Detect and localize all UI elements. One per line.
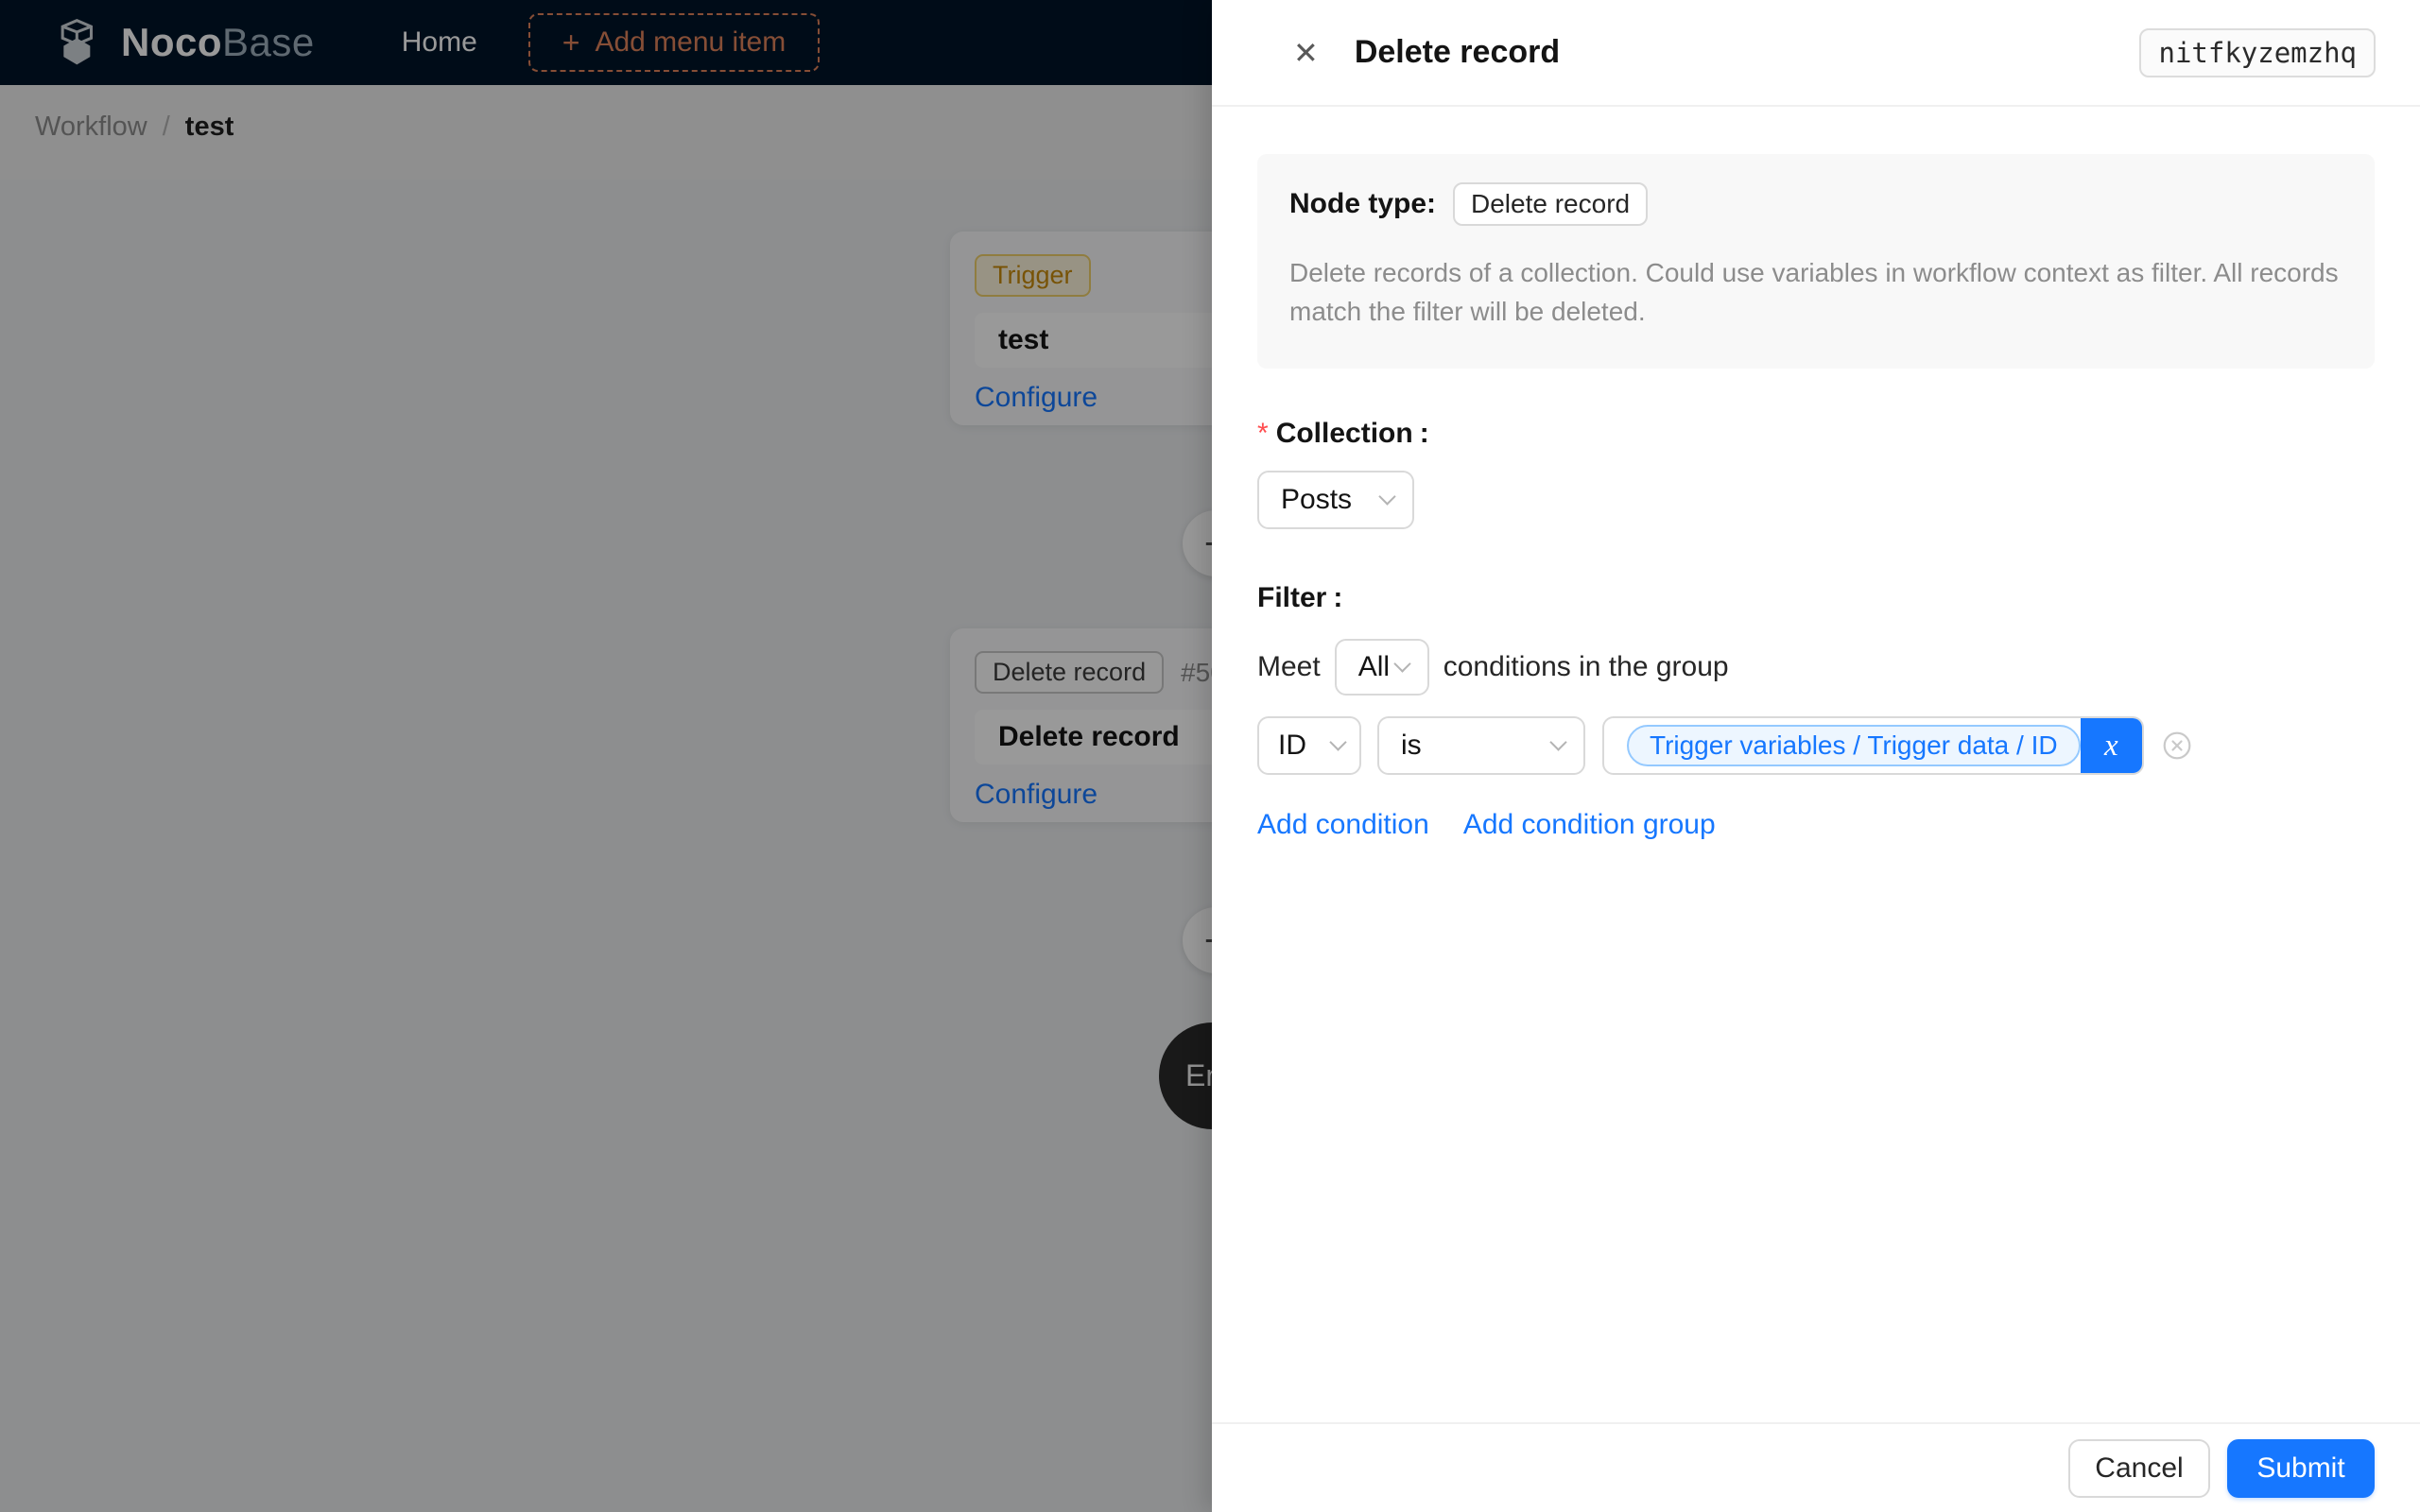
filter-colon: : xyxy=(1333,582,1343,614)
variable-tag[interactable]: Trigger variables / Trigger data / ID xyxy=(1627,725,2081,767)
variable-picker-button[interactable]: x xyxy=(2080,718,2142,774)
condition-operator-select[interactable]: is xyxy=(1377,716,1585,776)
filter-label: Filter xyxy=(1257,582,1327,614)
drawer-footer: Cancel Submit xyxy=(1212,1422,2420,1512)
filter-logic-row: Meet All conditions in the group xyxy=(1257,639,2375,696)
chevron-down-icon xyxy=(1393,655,1411,673)
logic-select[interactable]: All xyxy=(1334,639,1429,696)
condition-value-input[interactable]: Trigger variables / Trigger data / ID x xyxy=(1602,716,2144,776)
chevron-down-icon xyxy=(1549,733,1567,751)
node-key-badge: nitfkyzemzhq xyxy=(2139,27,2376,77)
collection-colon: : xyxy=(1419,418,1429,450)
collection-field: * Collection : Posts xyxy=(1257,418,2375,530)
required-mark: * xyxy=(1257,418,1269,450)
node-type-description: Delete records of a collection. Could us… xyxy=(1289,258,2339,326)
condition-field-select[interactable]: ID xyxy=(1257,716,1361,776)
collection-select[interactable]: Posts xyxy=(1257,471,1414,530)
chevron-down-icon xyxy=(1378,488,1396,506)
condition-field-value: ID xyxy=(1278,730,1306,762)
drawer-title: Delete record xyxy=(1354,34,1561,70)
chevron-down-icon xyxy=(1329,733,1347,751)
submit-button[interactable]: Submit xyxy=(2227,1438,2375,1498)
add-condition-group-link[interactable]: Add condition group xyxy=(1463,809,1716,841)
collection-label: Collection xyxy=(1275,418,1413,450)
condition-operator-value: is xyxy=(1401,730,1422,762)
logic-select-value: All xyxy=(1357,651,1391,683)
drawer-header: ✕ Delete record nitfkyzemzhq xyxy=(1212,0,2420,107)
meet-suffix-text: conditions in the group xyxy=(1443,651,1729,683)
delete-record-drawer: ✕ Delete record nitfkyzemzhq Node type: … xyxy=(1212,0,2420,1512)
collection-select-value: Posts xyxy=(1281,484,1353,516)
node-type-value-tag: Delete record xyxy=(1453,182,1649,226)
cancel-button[interactable]: Cancel xyxy=(2068,1438,2210,1498)
app-root: NocoBase Home + Add menu item Workflow /… xyxy=(0,0,2420,1512)
node-type-label: Node type: xyxy=(1289,188,1437,219)
drawer-body: Node type: Delete record Delete records … xyxy=(1212,107,2420,1422)
node-type-panel: Node type: Delete record Delete records … xyxy=(1257,154,2375,369)
filter-field: Filter : Meet All conditions in the grou… xyxy=(1257,582,2375,841)
add-condition-link[interactable]: Add condition xyxy=(1257,809,1429,841)
close-icon[interactable]: ✕ xyxy=(1293,38,1319,68)
remove-condition-button[interactable] xyxy=(2163,731,2191,760)
close-circle-icon xyxy=(2163,731,2191,760)
filter-actions: Add condition Add condition group xyxy=(1257,809,2375,841)
meet-prefix-text: Meet xyxy=(1257,651,1321,683)
condition-row: ID is Trigger variables / Trigger data /… xyxy=(1257,716,2375,776)
